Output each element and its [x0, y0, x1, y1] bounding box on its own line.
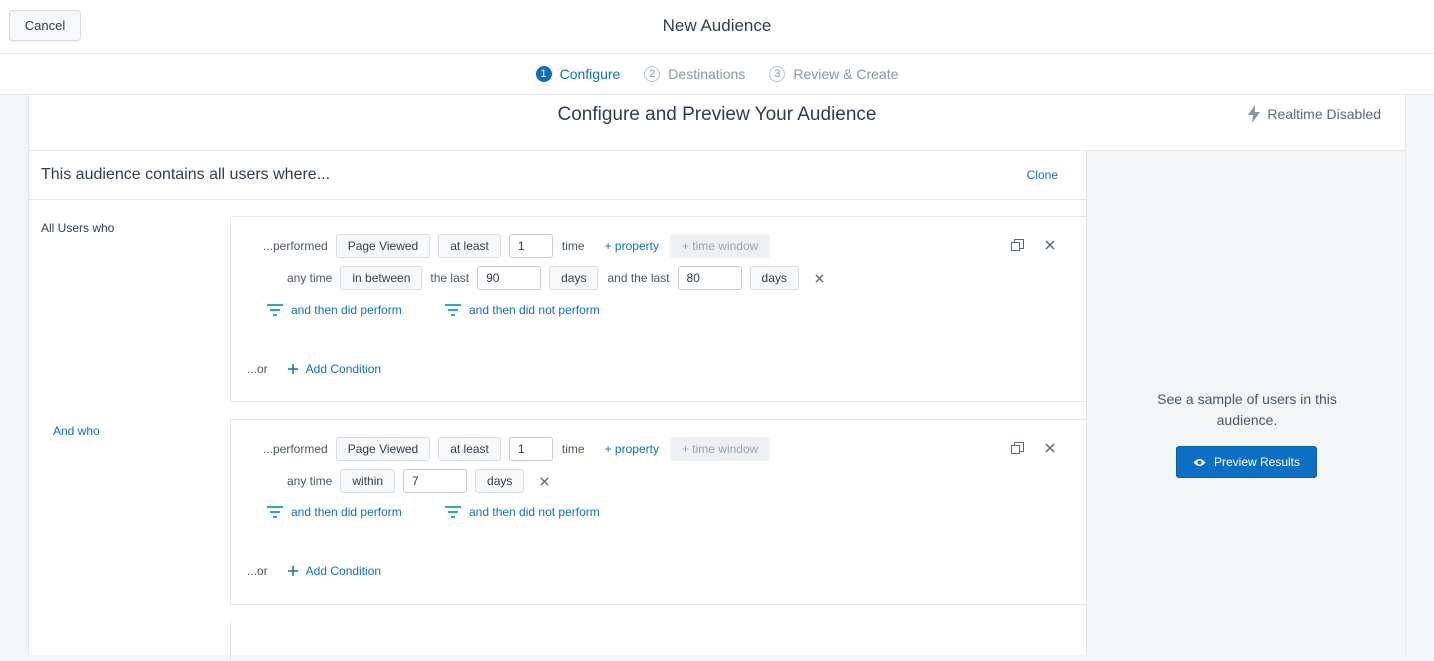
- realtime-status: Realtime Disabled: [1247, 105, 1381, 123]
- event-select[interactable]: Page Viewed: [335, 437, 431, 461]
- steps-bar: 1 Configure 2 Destinations 3 Review & Cr…: [0, 54, 1434, 95]
- filter-funnel-icon: [267, 505, 283, 518]
- or-label: ...or: [247, 362, 268, 376]
- condition-group: ...performed Page Viewed at least time +…: [230, 216, 1086, 402]
- preview-results-label: Preview Results: [1213, 455, 1301, 469]
- duplicate-icon[interactable]: [1011, 442, 1024, 455]
- time-mode-select[interactable]: within: [340, 469, 396, 493]
- group-label-and-who[interactable]: And who: [53, 424, 100, 438]
- or-label: ...or: [247, 564, 268, 578]
- then-did-perform-link[interactable]: and then did perform: [267, 505, 402, 519]
- time-window-button[interactable]: + time window: [669, 437, 771, 461]
- time-label: any time: [287, 271, 333, 285]
- operator-select[interactable]: at least: [438, 437, 501, 461]
- count-unit-label: time: [561, 239, 585, 253]
- count-input[interactable]: [508, 437, 553, 461]
- step-destinations[interactable]: 2 Destinations: [644, 66, 745, 82]
- then-did-perform-label: and then did perform: [291, 505, 402, 519]
- card-header: Configure and Preview Your Audience Real…: [29, 95, 1405, 151]
- add-condition-button[interactable]: Add Condition: [287, 362, 382, 376]
- then-did-perform-label: and then did perform: [291, 303, 402, 317]
- performed-label: ...performed: [263, 442, 328, 456]
- add-property-link[interactable]: + property: [605, 442, 659, 456]
- then-did-not-perform-label: and then did not perform: [469, 505, 600, 519]
- then-did-not-perform-label: and then did not perform: [469, 303, 600, 317]
- add-condition-label: Add Condition: [305, 362, 382, 376]
- add-condition-button[interactable]: Add Condition: [287, 564, 382, 578]
- step-label: Configure: [559, 66, 621, 82]
- last-unit-select[interactable]: days: [549, 266, 599, 290]
- step-label: Review & Create: [793, 66, 899, 82]
- count-unit-label: time: [561, 442, 585, 456]
- plus-icon: [287, 566, 298, 576]
- time-mode-select[interactable]: in between: [340, 266, 423, 290]
- top-bar: Cancel New Audience: [0, 0, 1434, 54]
- condition-group: ...performed Page Viewed at least time +…: [230, 419, 1086, 605]
- step-number: 1: [535, 66, 552, 82]
- next-group-edge: [230, 621, 231, 661]
- time-row: any time within days: [287, 468, 549, 494]
- group-label-all-users: All Users who: [41, 221, 115, 235]
- then-did-perform-link[interactable]: and then did perform: [267, 303, 402, 317]
- count-input[interactable]: [508, 234, 553, 258]
- last-value-input[interactable]: [477, 266, 542, 290]
- time-label: any time: [287, 474, 333, 488]
- step-number: 2: [644, 66, 661, 82]
- page-title: New Audience: [662, 16, 772, 35]
- close-icon[interactable]: [1045, 443, 1055, 453]
- preview-results-button[interactable]: Preview Results: [1176, 446, 1317, 478]
- event-select[interactable]: Page Viewed: [335, 234, 431, 258]
- preview-panel: See a sample of users in this audience. …: [1086, 151, 1405, 655]
- card-title: Configure and Preview Your Audience: [557, 104, 877, 125]
- step-number: 3: [769, 66, 786, 82]
- audience-builder: This audience contains all users where..…: [29, 151, 1086, 661]
- audience-card: Configure and Preview Your Audience Real…: [28, 95, 1406, 661]
- then-did-not-perform-link[interactable]: and then did not perform: [445, 303, 600, 317]
- builder-header: This audience contains all users where..…: [29, 151, 1086, 200]
- within-unit-select[interactable]: days: [475, 469, 525, 493]
- and-last-unit-select[interactable]: days: [749, 266, 799, 290]
- or-row: ...or Add Condition: [247, 362, 381, 376]
- performed-row: ...performed Page Viewed at least time +…: [263, 436, 771, 462]
- filter-funnel-icon: [445, 505, 461, 518]
- close-icon[interactable]: [540, 476, 549, 486]
- time-window-button[interactable]: + time window: [669, 234, 771, 258]
- or-row: ...or Add Condition: [247, 564, 381, 578]
- close-icon[interactable]: [1045, 240, 1055, 250]
- plus-icon: [287, 364, 298, 374]
- step-review-create[interactable]: 3 Review & Create: [769, 66, 898, 82]
- filter-funnel-icon: [267, 303, 283, 316]
- add-condition-label: Add Condition: [305, 564, 382, 578]
- and-last-label: and the last: [607, 271, 670, 285]
- and-last-value-input[interactable]: [677, 266, 742, 290]
- step-label: Destinations: [668, 66, 746, 82]
- step-configure[interactable]: 1 Configure: [535, 66, 621, 82]
- time-row: any time in between the last days and th…: [287, 265, 824, 291]
- close-icon[interactable]: [815, 273, 824, 283]
- last-label: the last: [430, 271, 470, 285]
- performed-row: ...performed Page Viewed at least time +…: [263, 233, 771, 259]
- eye-icon: [1193, 458, 1206, 466]
- operator-select[interactable]: at least: [438, 234, 501, 258]
- realtime-label: Realtime Disabled: [1267, 106, 1381, 122]
- filter-funnel-icon: [445, 303, 461, 316]
- clone-link[interactable]: Clone: [1027, 168, 1058, 182]
- builder-title: This audience contains all users where..…: [41, 166, 331, 183]
- performed-label: ...performed: [263, 239, 328, 253]
- then-did-not-perform-link[interactable]: and then did not perform: [445, 505, 600, 519]
- duplicate-icon[interactable]: [1011, 239, 1024, 252]
- within-value-input[interactable]: [403, 469, 468, 493]
- lightning-icon: [1248, 105, 1261, 123]
- preview-text: See a sample of users in this audience.: [1157, 391, 1337, 428]
- add-property-link[interactable]: + property: [605, 239, 659, 253]
